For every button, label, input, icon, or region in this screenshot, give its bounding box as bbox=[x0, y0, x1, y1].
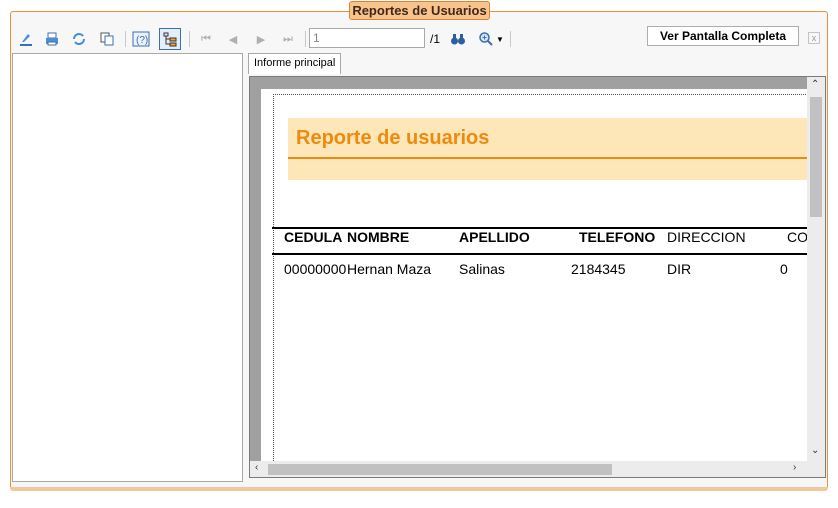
scroll-right-icon[interactable]: › bbox=[793, 462, 796, 473]
refresh-icon[interactable] bbox=[70, 30, 88, 48]
toolbar-separator bbox=[510, 31, 511, 47]
page-total-label: /1 bbox=[430, 32, 441, 46]
table-cell: 0 bbox=[780, 261, 788, 277]
report-toolbar: (?) ⏮ ◀ ▶ ⏭ /1 ▼ Ver Pantalla Completa x bbox=[11, 26, 827, 52]
window-title: Reportes de Usuarios bbox=[349, 1, 490, 20]
scroll-left-icon[interactable]: ‹ bbox=[255, 462, 258, 473]
print-icon[interactable] bbox=[43, 30, 61, 48]
toolbar-separator bbox=[189, 31, 190, 47]
zoom-icon[interactable] bbox=[477, 30, 495, 48]
table-cell: Hernan Maza bbox=[347, 261, 432, 277]
report-title-banner: Reporte de usuarios bbox=[288, 118, 808, 180]
column-header-nombre: NOMBRE bbox=[347, 229, 410, 245]
current-page-input[interactable] bbox=[309, 28, 425, 48]
report-viewer[interactable]: Reporte de usuarios CEDULA NOMBRE APELLI… bbox=[249, 76, 826, 478]
export-icon[interactable] bbox=[17, 30, 35, 48]
column-header-co: CO bbox=[787, 229, 808, 245]
toolbar-separator bbox=[305, 31, 306, 47]
document-map-panel[interactable] bbox=[12, 53, 243, 482]
next-page-icon[interactable]: ▶ bbox=[252, 30, 270, 48]
horizontal-scroll-thumb[interactable] bbox=[268, 464, 612, 475]
last-page-icon[interactable]: ⏭ bbox=[279, 30, 297, 48]
horizontal-scrollbar[interactable]: ‹ › bbox=[250, 461, 807, 477]
fullscreen-button[interactable]: Ver Pantalla Completa bbox=[647, 26, 799, 46]
report-title: Reporte de usuarios bbox=[296, 127, 490, 149]
vertical-scroll-thumb[interactable] bbox=[810, 97, 822, 217]
table-cell: DIR bbox=[667, 261, 692, 277]
previous-page-icon[interactable]: ◀ bbox=[224, 30, 242, 48]
column-header-direccion: DIRECCION bbox=[667, 229, 746, 245]
toolbar-separator bbox=[125, 31, 126, 47]
zoom-dropdown-chevron-icon[interactable]: ▼ bbox=[495, 30, 505, 48]
close-icon[interactable]: x bbox=[808, 32, 820, 44]
table-cell: 00000000 bbox=[284, 261, 347, 277]
document-map-icon[interactable] bbox=[159, 28, 181, 50]
tab-informe-principal[interactable]: Informe principal bbox=[248, 53, 341, 74]
vertical-scrollbar[interactable]: ⌃ ⌄ bbox=[807, 77, 825, 461]
find-binoculars-icon[interactable] bbox=[449, 30, 467, 48]
first-page-icon[interactable]: ⏮ bbox=[197, 30, 215, 48]
copy-icon[interactable] bbox=[98, 30, 116, 48]
table-cell: 2184345 bbox=[571, 261, 626, 277]
column-header-telefono: TELEFONO bbox=[579, 229, 656, 245]
banner-underline bbox=[288, 157, 808, 159]
table-cell: Salinas bbox=[459, 261, 505, 277]
scrollbar-corner bbox=[807, 461, 825, 477]
column-header-cedula: CEDULA bbox=[284, 229, 343, 245]
table-header-underline bbox=[272, 253, 812, 255]
column-header-apellido: APELLIDO bbox=[459, 229, 530, 245]
scroll-down-icon[interactable]: ⌄ bbox=[811, 445, 819, 456]
window-bottom-bar bbox=[10, 487, 828, 491]
svg-text:(?): (?) bbox=[136, 35, 148, 46]
scroll-up-icon[interactable]: ⌃ bbox=[811, 79, 819, 90]
parameters-icon[interactable]: (?) bbox=[132, 30, 150, 48]
